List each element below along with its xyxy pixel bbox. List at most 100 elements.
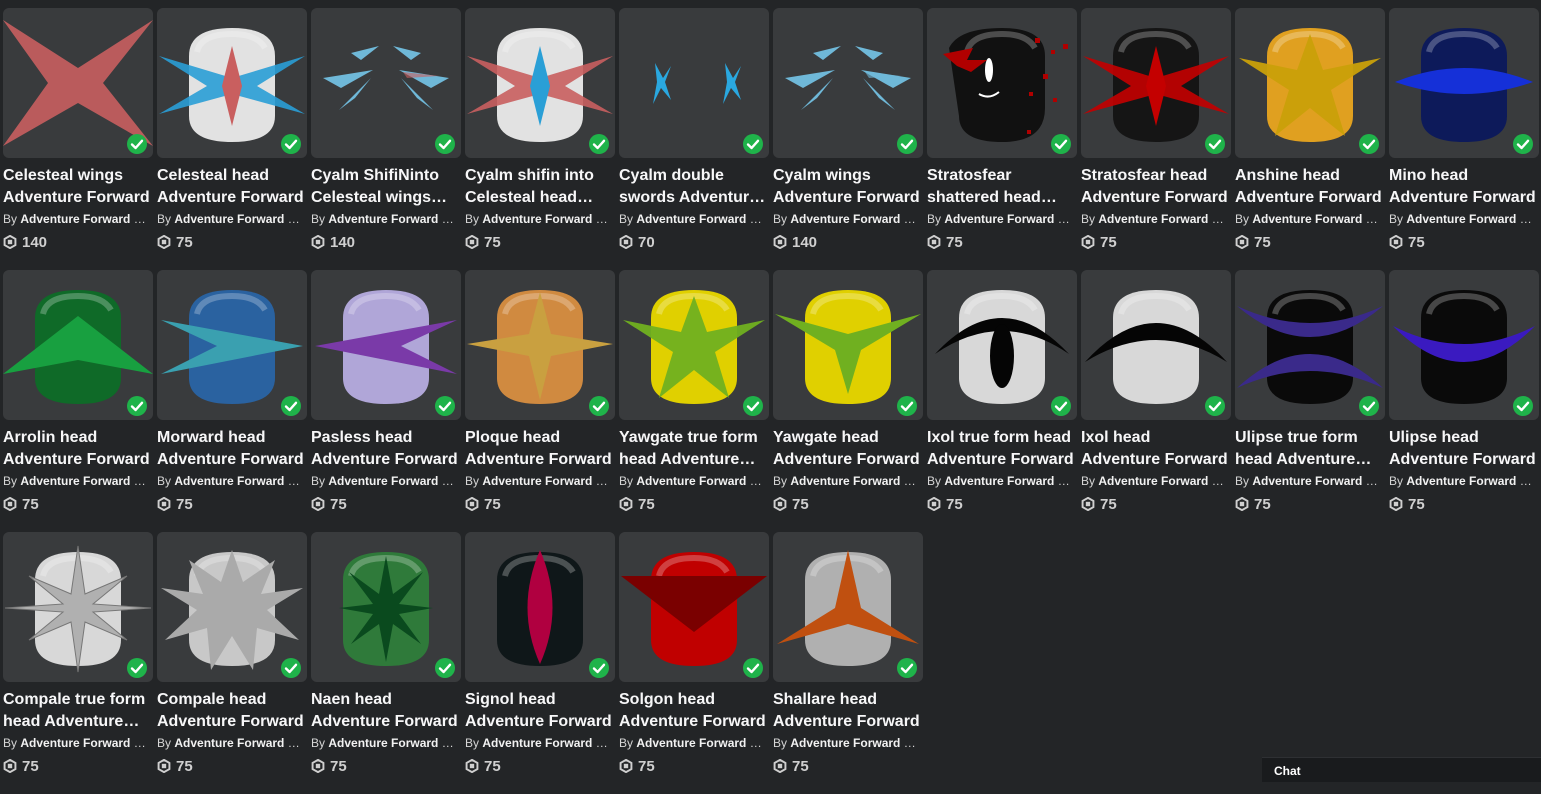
- item-name[interactable]: Anshine head Adventure Forward: [1235, 165, 1383, 209]
- creator-name[interactable]: Adventure Forward UGC: [482, 736, 613, 750]
- item-thumbnail[interactable]: [1081, 8, 1231, 158]
- item-name[interactable]: Signol head Adventure Forward: [465, 689, 613, 733]
- item-name[interactable]: Ixol true form head Adventure Forward: [927, 427, 1075, 471]
- creator-name[interactable]: Adventure Forward UGC: [174, 212, 305, 226]
- creator-name[interactable]: Adventure Forward UGC: [636, 474, 767, 488]
- item-card[interactable]: Solgon head Adventure Forward By Adventu…: [619, 532, 769, 794]
- item-card[interactable]: Ulipse true form head Adventure Forward …: [1235, 270, 1385, 532]
- item-name[interactable]: Cyalm shifin into Celesteal head Adventu…: [465, 165, 613, 209]
- item-name[interactable]: Yawgate true form head Adventure Forward: [619, 427, 767, 471]
- creator-name[interactable]: Adventure Forward UGC: [482, 212, 613, 226]
- creator-name[interactable]: Adventure Forward UGC: [944, 474, 1075, 488]
- item-card[interactable]: Compale head Adventure Forward By Advent…: [157, 532, 307, 794]
- item-card[interactable]: Anshine head Adventure Forward By Advent…: [1235, 8, 1385, 270]
- item-name[interactable]: Compale true form head Adventure Forward: [3, 689, 151, 733]
- chat-label[interactable]: Chat: [1274, 764, 1301, 778]
- item-card[interactable]: Stratosfear shattered head Adventure For…: [927, 8, 1077, 270]
- item-thumbnail[interactable]: [773, 532, 923, 682]
- item-thumbnail[interactable]: [3, 532, 153, 682]
- item-thumbnail[interactable]: [157, 532, 307, 682]
- chat-bar[interactable]: Chat: [1262, 757, 1541, 782]
- item-name[interactable]: Ulipse head Adventure Forward: [1389, 427, 1537, 471]
- item-card[interactable]: Signol head Adventure Forward By Adventu…: [465, 532, 615, 794]
- item-name[interactable]: Naen head Adventure Forward: [311, 689, 459, 733]
- item-thumbnail[interactable]: [619, 532, 769, 682]
- item-name[interactable]: Cyalm wings Adventure Forward: [773, 165, 921, 209]
- item-name[interactable]: Mino head Adventure Forward: [1389, 165, 1537, 209]
- item-thumbnail[interactable]: [465, 532, 615, 682]
- creator-name[interactable]: Adventure Forward UGC: [20, 736, 151, 750]
- item-thumbnail[interactable]: [3, 270, 153, 420]
- item-thumbnail[interactable]: [619, 270, 769, 420]
- creator-name[interactable]: Adventure Forward UGC: [1406, 474, 1537, 488]
- item-card[interactable]: Shallare head Adventure Forward By Adven…: [773, 532, 923, 794]
- creator-name[interactable]: Adventure Forward UGC: [790, 474, 921, 488]
- creator-name[interactable]: Adventure Forward UGC: [328, 474, 459, 488]
- item-thumbnail[interactable]: [1389, 8, 1539, 158]
- item-thumbnail[interactable]: [927, 270, 1077, 420]
- item-card[interactable]: Yawgate true form head Adventure Forward…: [619, 270, 769, 532]
- item-name[interactable]: Ploque head Adventure Forward: [465, 427, 613, 471]
- creator-name[interactable]: Adventure Forward UGC: [20, 212, 151, 226]
- item-name[interactable]: Cyalm ShifiNinto Celesteal wings Adventu…: [311, 165, 459, 209]
- item-card[interactable]: Celesteal wings Adventure Forward By Adv…: [3, 8, 153, 270]
- item-card[interactable]: Morward head Adventure Forward By Advent…: [157, 270, 307, 532]
- item-card[interactable]: Yawgate head Adventure Forward By Advent…: [773, 270, 923, 532]
- item-thumbnail[interactable]: [157, 270, 307, 420]
- item-name[interactable]: Shallare head Adventure Forward: [773, 689, 921, 733]
- creator-name[interactable]: Adventure Forward UGC: [328, 212, 459, 226]
- item-card[interactable]: Cyalm ShifiNinto Celesteal wings Adventu…: [311, 8, 461, 270]
- item-name[interactable]: Cyalm double swords Adventure Forward: [619, 165, 767, 209]
- item-thumbnail[interactable]: [619, 8, 769, 158]
- creator-name[interactable]: Adventure Forward UGC: [20, 474, 151, 488]
- item-thumbnail[interactable]: [157, 8, 307, 158]
- item-card[interactable]: Ploque head Adventure Forward By Adventu…: [465, 270, 615, 532]
- item-card[interactable]: Cyalm double swords Adventure Forward By…: [619, 8, 769, 270]
- creator-name[interactable]: Adventure Forward UGC: [1252, 474, 1383, 488]
- item-card[interactable]: Compale true form head Adventure Forward…: [3, 532, 153, 794]
- item-name[interactable]: Morward head Adventure Forward: [157, 427, 305, 471]
- creator-name[interactable]: Adventure Forward UGC: [328, 736, 459, 750]
- item-thumbnail[interactable]: [1081, 270, 1231, 420]
- creator-name[interactable]: Adventure Forward UGC: [174, 736, 305, 750]
- creator-name[interactable]: Adventure Forward UGC: [1252, 212, 1383, 226]
- item-card[interactable]: Naen head Adventure Forward By Adventure…: [311, 532, 461, 794]
- item-thumbnail[interactable]: [311, 8, 461, 158]
- item-thumbnail[interactable]: [3, 8, 153, 158]
- item-card[interactable]: Ulipse head Adventure Forward By Adventu…: [1389, 270, 1539, 532]
- item-name[interactable]: Pasless head Adventure Forward: [311, 427, 459, 471]
- creator-name[interactable]: Adventure Forward UGC: [944, 212, 1075, 226]
- item-card[interactable]: Ixol head Adventure Forward By Adventure…: [1081, 270, 1231, 532]
- item-thumbnail[interactable]: [1235, 270, 1385, 420]
- item-name[interactable]: Arrolin head Adventure Forward: [3, 427, 151, 471]
- item-thumbnail[interactable]: [311, 532, 461, 682]
- item-name[interactable]: Celesteal head Adventure Forward: [157, 165, 305, 209]
- creator-name[interactable]: Adventure Forward UGC: [790, 212, 921, 226]
- creator-name[interactable]: Adventure Forward UGC: [1098, 212, 1229, 226]
- creator-name[interactable]: Adventure Forward UGC: [1406, 212, 1537, 226]
- item-card[interactable]: Pasless head Adventure Forward By Advent…: [311, 270, 461, 532]
- item-name[interactable]: Compale head Adventure Forward: [157, 689, 305, 733]
- item-name[interactable]: Yawgate head Adventure Forward: [773, 427, 921, 471]
- creator-name[interactable]: Adventure Forward UGC: [174, 474, 305, 488]
- item-thumbnail[interactable]: [1235, 8, 1385, 158]
- item-card[interactable]: Arrolin head Adventure Forward By Advent…: [3, 270, 153, 532]
- item-card[interactable]: Cyalm shifin into Celesteal head Adventu…: [465, 8, 615, 270]
- item-card[interactable]: Cyalm wings Adventure Forward By Adventu…: [773, 8, 923, 270]
- item-thumbnail[interactable]: [773, 270, 923, 420]
- creator-name[interactable]: Adventure Forward UGC: [636, 212, 767, 226]
- item-thumbnail[interactable]: [311, 270, 461, 420]
- creator-name[interactable]: Adventure Forward UGC: [790, 736, 921, 750]
- item-thumbnail[interactable]: [465, 8, 615, 158]
- item-name[interactable]: Solgon head Adventure Forward: [619, 689, 767, 733]
- item-name[interactable]: Ixol head Adventure Forward: [1081, 427, 1229, 471]
- item-name[interactable]: Celesteal wings Adventure Forward: [3, 165, 151, 209]
- item-name[interactable]: Stratosfear head Adventure Forward: [1081, 165, 1229, 209]
- item-thumbnail[interactable]: [773, 8, 923, 158]
- item-card[interactable]: Ixol true form head Adventure Forward By…: [927, 270, 1077, 532]
- item-thumbnail[interactable]: [465, 270, 615, 420]
- item-thumbnail[interactable]: [1389, 270, 1539, 420]
- item-card[interactable]: Celesteal head Adventure Forward By Adve…: [157, 8, 307, 270]
- creator-name[interactable]: Adventure Forward UGC: [482, 474, 613, 488]
- creator-name[interactable]: Adventure Forward UGC: [636, 736, 767, 750]
